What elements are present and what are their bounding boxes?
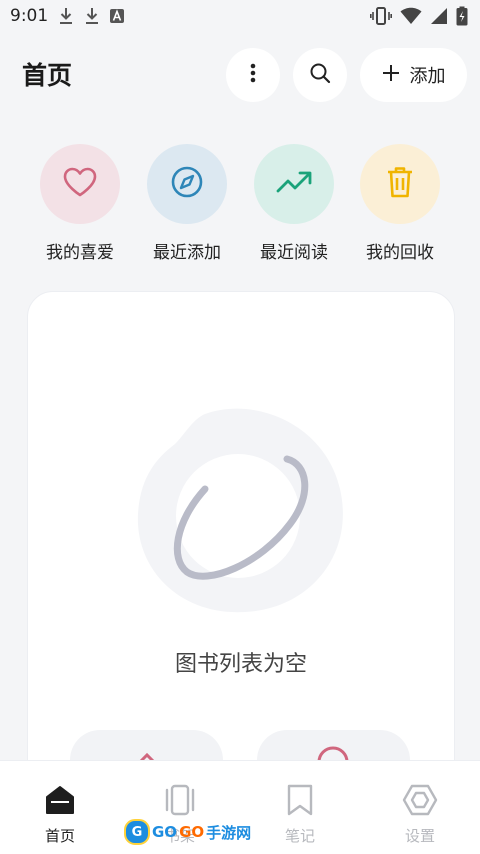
vibrate-icon [370, 7, 392, 25]
search-icon [309, 62, 331, 88]
nav-item-notes[interactable]: 笔记 [240, 783, 360, 846]
status-time: 9:01 [10, 6, 49, 26]
watermark-text-orange: GO [179, 823, 205, 841]
quick-label: 最近添加 [153, 243, 221, 263]
empty-state-text: 图书列表为空 [174, 652, 307, 677]
watermark-logo: G GO GO 手游网 [124, 818, 251, 846]
book-list-card: 图书列表为空 [27, 291, 455, 813]
download-icon [84, 7, 100, 25]
wifi-icon [400, 7, 422, 25]
nav-label: 设置 [404, 827, 435, 845]
more-vertical-icon [250, 63, 256, 87]
quick-circle [254, 144, 334, 224]
bookmark-icon [240, 783, 360, 817]
page-title: 首页 [22, 61, 73, 90]
status-bar: 9:01 [0, 0, 480, 32]
add-button[interactable]: 添加 [360, 48, 467, 102]
status-right [370, 6, 468, 26]
plus-icon [382, 64, 400, 87]
nav-item-settings[interactable]: 设置 [360, 783, 480, 846]
watermark-icon: G [124, 819, 150, 845]
signal-icon [430, 7, 448, 25]
quick-item-recently-added[interactable]: 最近添加 [132, 144, 242, 263]
compass-icon [170, 165, 204, 203]
quick-label: 我的喜爱 [46, 243, 114, 263]
watermark-text-tail: 手游网 [206, 823, 252, 842]
header: 首页 添加 [0, 46, 480, 102]
home-icon [0, 783, 120, 817]
heart-icon [63, 167, 97, 201]
search-button[interactable] [293, 48, 347, 102]
battery-charging-icon [456, 6, 468, 26]
nav-label: 首页 [44, 827, 75, 845]
quick-circle [147, 144, 227, 224]
download-icon [58, 7, 74, 25]
status-left: 9:01 [10, 6, 125, 26]
more-button[interactable] [226, 48, 280, 102]
nav-label: 笔记 [284, 827, 315, 845]
hexagon-settings-icon [360, 783, 480, 817]
quick-item-recently-read[interactable]: 最近阅读 [239, 144, 349, 263]
quick-item-favorites[interactable]: 我的喜爱 [25, 144, 135, 263]
text-a-icon [110, 9, 125, 23]
add-button-label: 添加 [409, 66, 446, 87]
quick-label: 我的回收 [366, 243, 434, 263]
planet-icon [135, 404, 347, 616]
quick-label: 最近阅读 [260, 243, 328, 263]
quick-actions: 我的喜爱 最近添加 最近阅读 我的回收 [0, 144, 480, 264]
quick-circle [360, 144, 440, 224]
trash-icon [386, 166, 414, 202]
nav-item-home[interactable]: 首页 [0, 783, 120, 846]
books-icon [120, 783, 240, 817]
quick-item-recycle[interactable]: 我的回收 [345, 144, 455, 263]
quick-circle [40, 144, 120, 224]
watermark-text-blue: GO [152, 823, 178, 841]
trending-up-icon [276, 170, 312, 198]
